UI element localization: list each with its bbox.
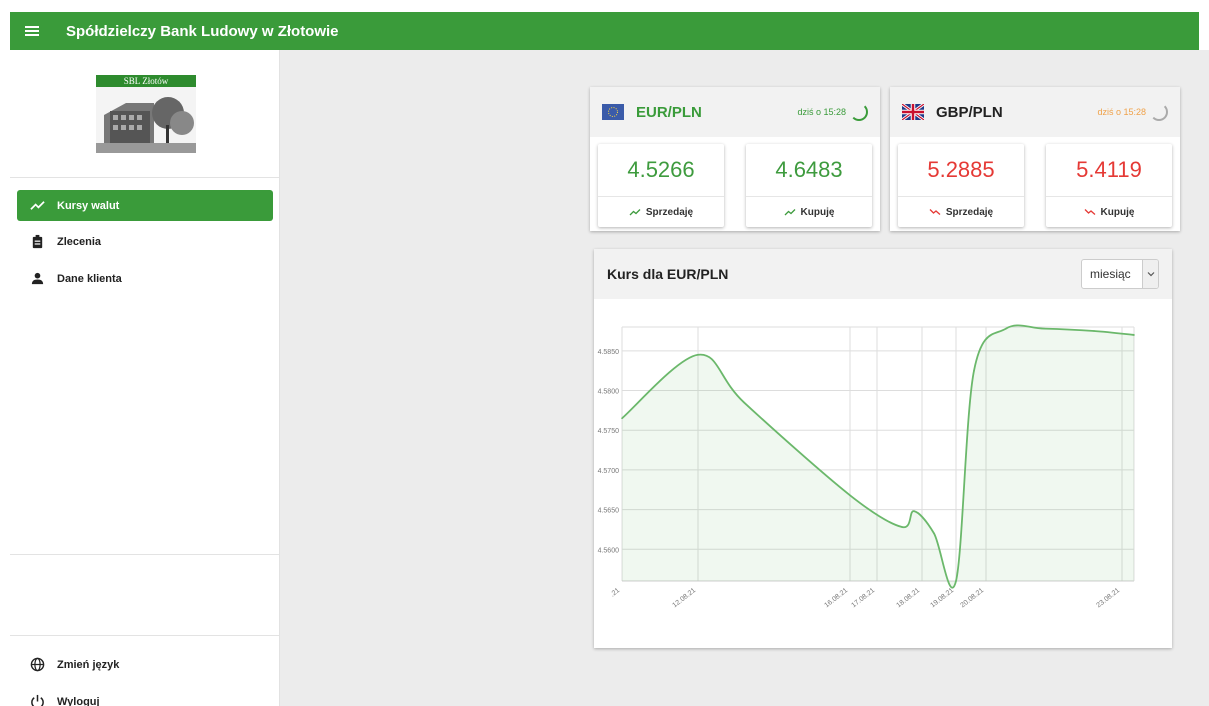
buy-label: Kupuję bbox=[1100, 206, 1135, 218]
bank-logo: SBL Złotów bbox=[96, 75, 196, 153]
data-point bbox=[901, 526, 903, 528]
buy-rate-box: 5.4119 Kupuję bbox=[1046, 144, 1172, 227]
buy-rate-value: 4.6483 bbox=[775, 157, 843, 182]
sidebar: SBL Złotów Kursy walut Zlecenia Dane kli… bbox=[10, 50, 280, 706]
rate-chart-card: Kurs dla EUR/PLN miesiąc 4.5850 4.5800 4.5… bbox=[594, 249, 1172, 648]
y-tick-label: 4.5800 bbox=[598, 389, 620, 396]
sidebar-item-label: Kursy walut bbox=[57, 199, 120, 212]
top-app-bar: Spółdzielczy Bank Ludowy w Złotowie bbox=[10, 12, 1199, 50]
sidebar-item-label: Dane klienta bbox=[57, 272, 122, 285]
app-title: Spółdzielczy Bank Ludowy w Złotowie bbox=[66, 22, 339, 40]
buy-button[interactable]: Kupuję bbox=[746, 196, 872, 227]
data-point bbox=[955, 580, 957, 582]
chevron-down-icon bbox=[1142, 260, 1158, 288]
currency-pair: EUR/PLN bbox=[636, 103, 702, 121]
sidebar-item-dane-klienta[interactable]: Dane klienta bbox=[17, 263, 273, 294]
data-point bbox=[1005, 327, 1007, 330]
sell-rate-box: 4.5266 Sprzedaję bbox=[598, 144, 724, 227]
series-area bbox=[622, 325, 1134, 588]
change-language-button[interactable]: Zmień język bbox=[17, 649, 273, 680]
period-select[interactable]: miesiąc bbox=[1081, 259, 1159, 289]
update-time: dziś o 15:28 bbox=[1097, 107, 1146, 117]
x-tick-label: 20.08.21 bbox=[959, 587, 985, 609]
rate-card-header: EUR/PLN dziś o 15:28 bbox=[590, 87, 880, 137]
y-tick-label: 4.5600 bbox=[598, 547, 620, 554]
update-status: dziś o 15:28 bbox=[1097, 103, 1168, 121]
sell-rate-box: 5.2885 Sprzedaję bbox=[898, 144, 1024, 227]
logout-button[interactable]: Wyloguj bbox=[17, 686, 273, 706]
sell-button[interactable]: Sprzedaję bbox=[898, 196, 1024, 227]
data-point bbox=[973, 369, 975, 372]
buy-button[interactable]: Kupuję bbox=[1046, 196, 1172, 227]
buy-rate-value: 5.4119 bbox=[1076, 157, 1142, 182]
logout-label: Wyloguj bbox=[57, 695, 100, 706]
trending-up-icon bbox=[629, 209, 641, 216]
sidebar-item-kursy-walut[interactable]: Kursy walut bbox=[17, 190, 273, 221]
x-tick-label: 18.08.21 bbox=[895, 587, 921, 609]
sell-rate-value: 4.5266 bbox=[627, 157, 695, 182]
sidebar-divider bbox=[10, 554, 279, 555]
power-icon bbox=[17, 694, 57, 706]
main-content: EUR/PLN dziś o 15:28 4.5266 Sprzedaję 4.… bbox=[280, 50, 1209, 706]
data-point bbox=[621, 417, 623, 420]
hamburger-icon bbox=[25, 30, 39, 32]
trending-down-icon bbox=[929, 209, 941, 215]
update-status: dziś o 15:28 bbox=[797, 103, 868, 121]
data-point bbox=[1133, 334, 1135, 336]
sidebar-divider bbox=[10, 635, 279, 636]
rate-card-gbp-pln: GBP/PLN dziś o 15:28 5.2885 Sprzedaję 5.… bbox=[890, 87, 1180, 231]
logo-text: SBL Złotów bbox=[124, 76, 169, 86]
data-point bbox=[1093, 330, 1095, 332]
y-tick-label: 4.5650 bbox=[598, 508, 620, 515]
x-tick-label: 23.08.21 bbox=[1095, 587, 1121, 609]
currency-pair: GBP/PLN bbox=[936, 103, 1003, 121]
uk-flag-icon bbox=[902, 104, 924, 120]
clipboard-icon bbox=[17, 234, 57, 249]
rate-card-header: GBP/PLN dziś o 15:28 bbox=[890, 87, 1180, 137]
refresh-spinner-icon bbox=[850, 103, 868, 121]
chart-title: Kurs dla EUR/PLN bbox=[607, 266, 729, 282]
sell-rate-value: 5.2885 bbox=[927, 157, 995, 182]
y-tick-label: 4.5750 bbox=[598, 428, 620, 435]
sidebar-divider bbox=[10, 177, 279, 178]
x-tick-label: 17.08.21 bbox=[850, 587, 876, 609]
x-tick-label: 12.08.21 bbox=[671, 587, 697, 609]
data-point bbox=[913, 510, 915, 512]
x-tick-label: 16.08.21 bbox=[823, 587, 849, 609]
trending-up-icon bbox=[784, 209, 796, 216]
sidebar-item-zlecenia[interactable]: Zlecenia bbox=[17, 226, 273, 257]
data-point bbox=[849, 494, 851, 497]
menu-button[interactable] bbox=[10, 12, 54, 50]
rate-card-eur-pln: EUR/PLN dziś o 15:28 4.5266 Sprzedaję 4.… bbox=[590, 87, 880, 231]
y-tick-label: 4.5850 bbox=[598, 349, 620, 356]
data-point bbox=[933, 532, 935, 535]
chart-header: Kurs dla EUR/PLN miesiąc bbox=[594, 249, 1172, 299]
data-point bbox=[743, 401, 745, 404]
sidebar-item-label: Zlecenia bbox=[57, 235, 102, 248]
update-time: dziś o 15:28 bbox=[797, 107, 846, 117]
x-tick-label: .21 bbox=[609, 587, 621, 599]
data-point bbox=[1043, 327, 1045, 330]
period-select-value: miesiąc bbox=[1090, 267, 1131, 281]
x-tick-label: 19.08.21 bbox=[929, 587, 955, 609]
sell-button[interactable]: Sprzedaję bbox=[598, 196, 724, 227]
person-icon bbox=[17, 271, 57, 286]
buy-rate-box: 4.6483 Kupuję bbox=[746, 144, 872, 227]
globe-icon bbox=[17, 657, 57, 672]
sell-label: Sprzedaję bbox=[645, 206, 694, 218]
y-tick-label: 4.5700 bbox=[598, 468, 620, 475]
buy-label: Kupuję bbox=[800, 206, 835, 218]
sell-label: Sprzedaję bbox=[945, 206, 994, 218]
rate-line-chart: 4.5850 4.5800 4.5750 4.5700 4.5650 4.5600 .21 1… bbox=[598, 324, 1135, 609]
data-point bbox=[697, 353, 699, 356]
trending-up-icon bbox=[17, 198, 57, 213]
refresh-spinner-icon bbox=[1150, 103, 1168, 121]
trending-down-icon bbox=[1084, 209, 1095, 215]
change-language-label: Zmień język bbox=[57, 658, 120, 671]
eu-flag-icon bbox=[602, 104, 624, 120]
